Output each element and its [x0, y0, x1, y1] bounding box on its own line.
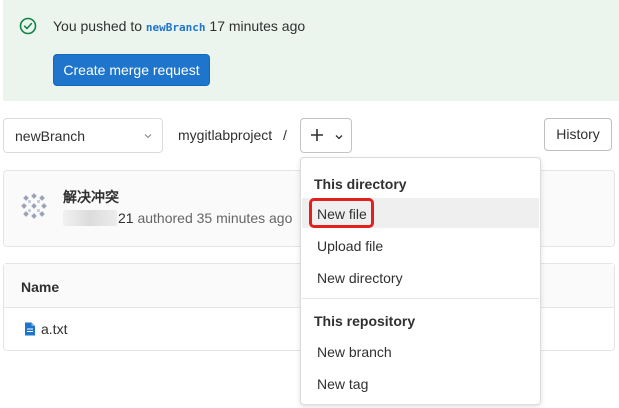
chevron-down-icon	[144, 134, 152, 139]
check-circle-icon	[19, 17, 37, 35]
breadcrumb-project-link[interactable]: mygitlabproject	[178, 127, 272, 143]
commit-meta: 21 authored 35 minutes ago	[118, 210, 292, 226]
avatar-identicon[interactable]	[20, 192, 48, 220]
branch-selector-label: newBranch	[15, 128, 86, 144]
redacted-author-name	[63, 210, 117, 226]
push-message-prefix: You pushed to	[53, 18, 143, 34]
pushed-branch-name: newBranch	[145, 21, 206, 34]
history-button[interactable]: History	[544, 118, 612, 151]
file-icon	[25, 322, 35, 336]
commit-authored-time: authored 35 minutes ago	[137, 210, 293, 226]
commit-author-suffix[interactable]: 21	[118, 210, 134, 226]
menu-item-upload-file[interactable]: Upload file	[317, 238, 383, 254]
push-notification-banner: You pushed to newBranch 17 minutes ago C…	[3, 0, 619, 101]
dropdown-divider	[302, 298, 539, 299]
add-to-tree-dropdown-button[interactable]	[300, 118, 352, 153]
chevron-down-icon	[335, 135, 343, 140]
push-message-time: 17 minutes ago	[209, 18, 306, 34]
column-header-name: Name	[21, 279, 60, 295]
highlight-annotation-box	[309, 198, 374, 228]
create-merge-request-button[interactable]: Create merge request	[53, 54, 210, 86]
menu-item-new-tag[interactable]: New tag	[317, 376, 368, 392]
menu-item-new-branch[interactable]: New branch	[317, 344, 392, 360]
dropdown-section-this-directory: This directory	[314, 176, 407, 192]
commit-title-link[interactable]: 解决冲突	[63, 187, 119, 207]
dropdown-section-this-repository: This repository	[314, 313, 416, 329]
branch-selector[interactable]: newBranch	[3, 118, 163, 153]
menu-item-new-directory[interactable]: New directory	[317, 270, 403, 286]
add-dropdown-menu: This directory New file Upload file New …	[300, 157, 541, 405]
push-message: You pushed to newBranch 17 minutes ago	[53, 18, 305, 34]
plus-icon	[311, 129, 323, 141]
breadcrumb-separator: /	[283, 127, 287, 143]
file-row-name[interactable]: a.txt	[41, 321, 67, 337]
